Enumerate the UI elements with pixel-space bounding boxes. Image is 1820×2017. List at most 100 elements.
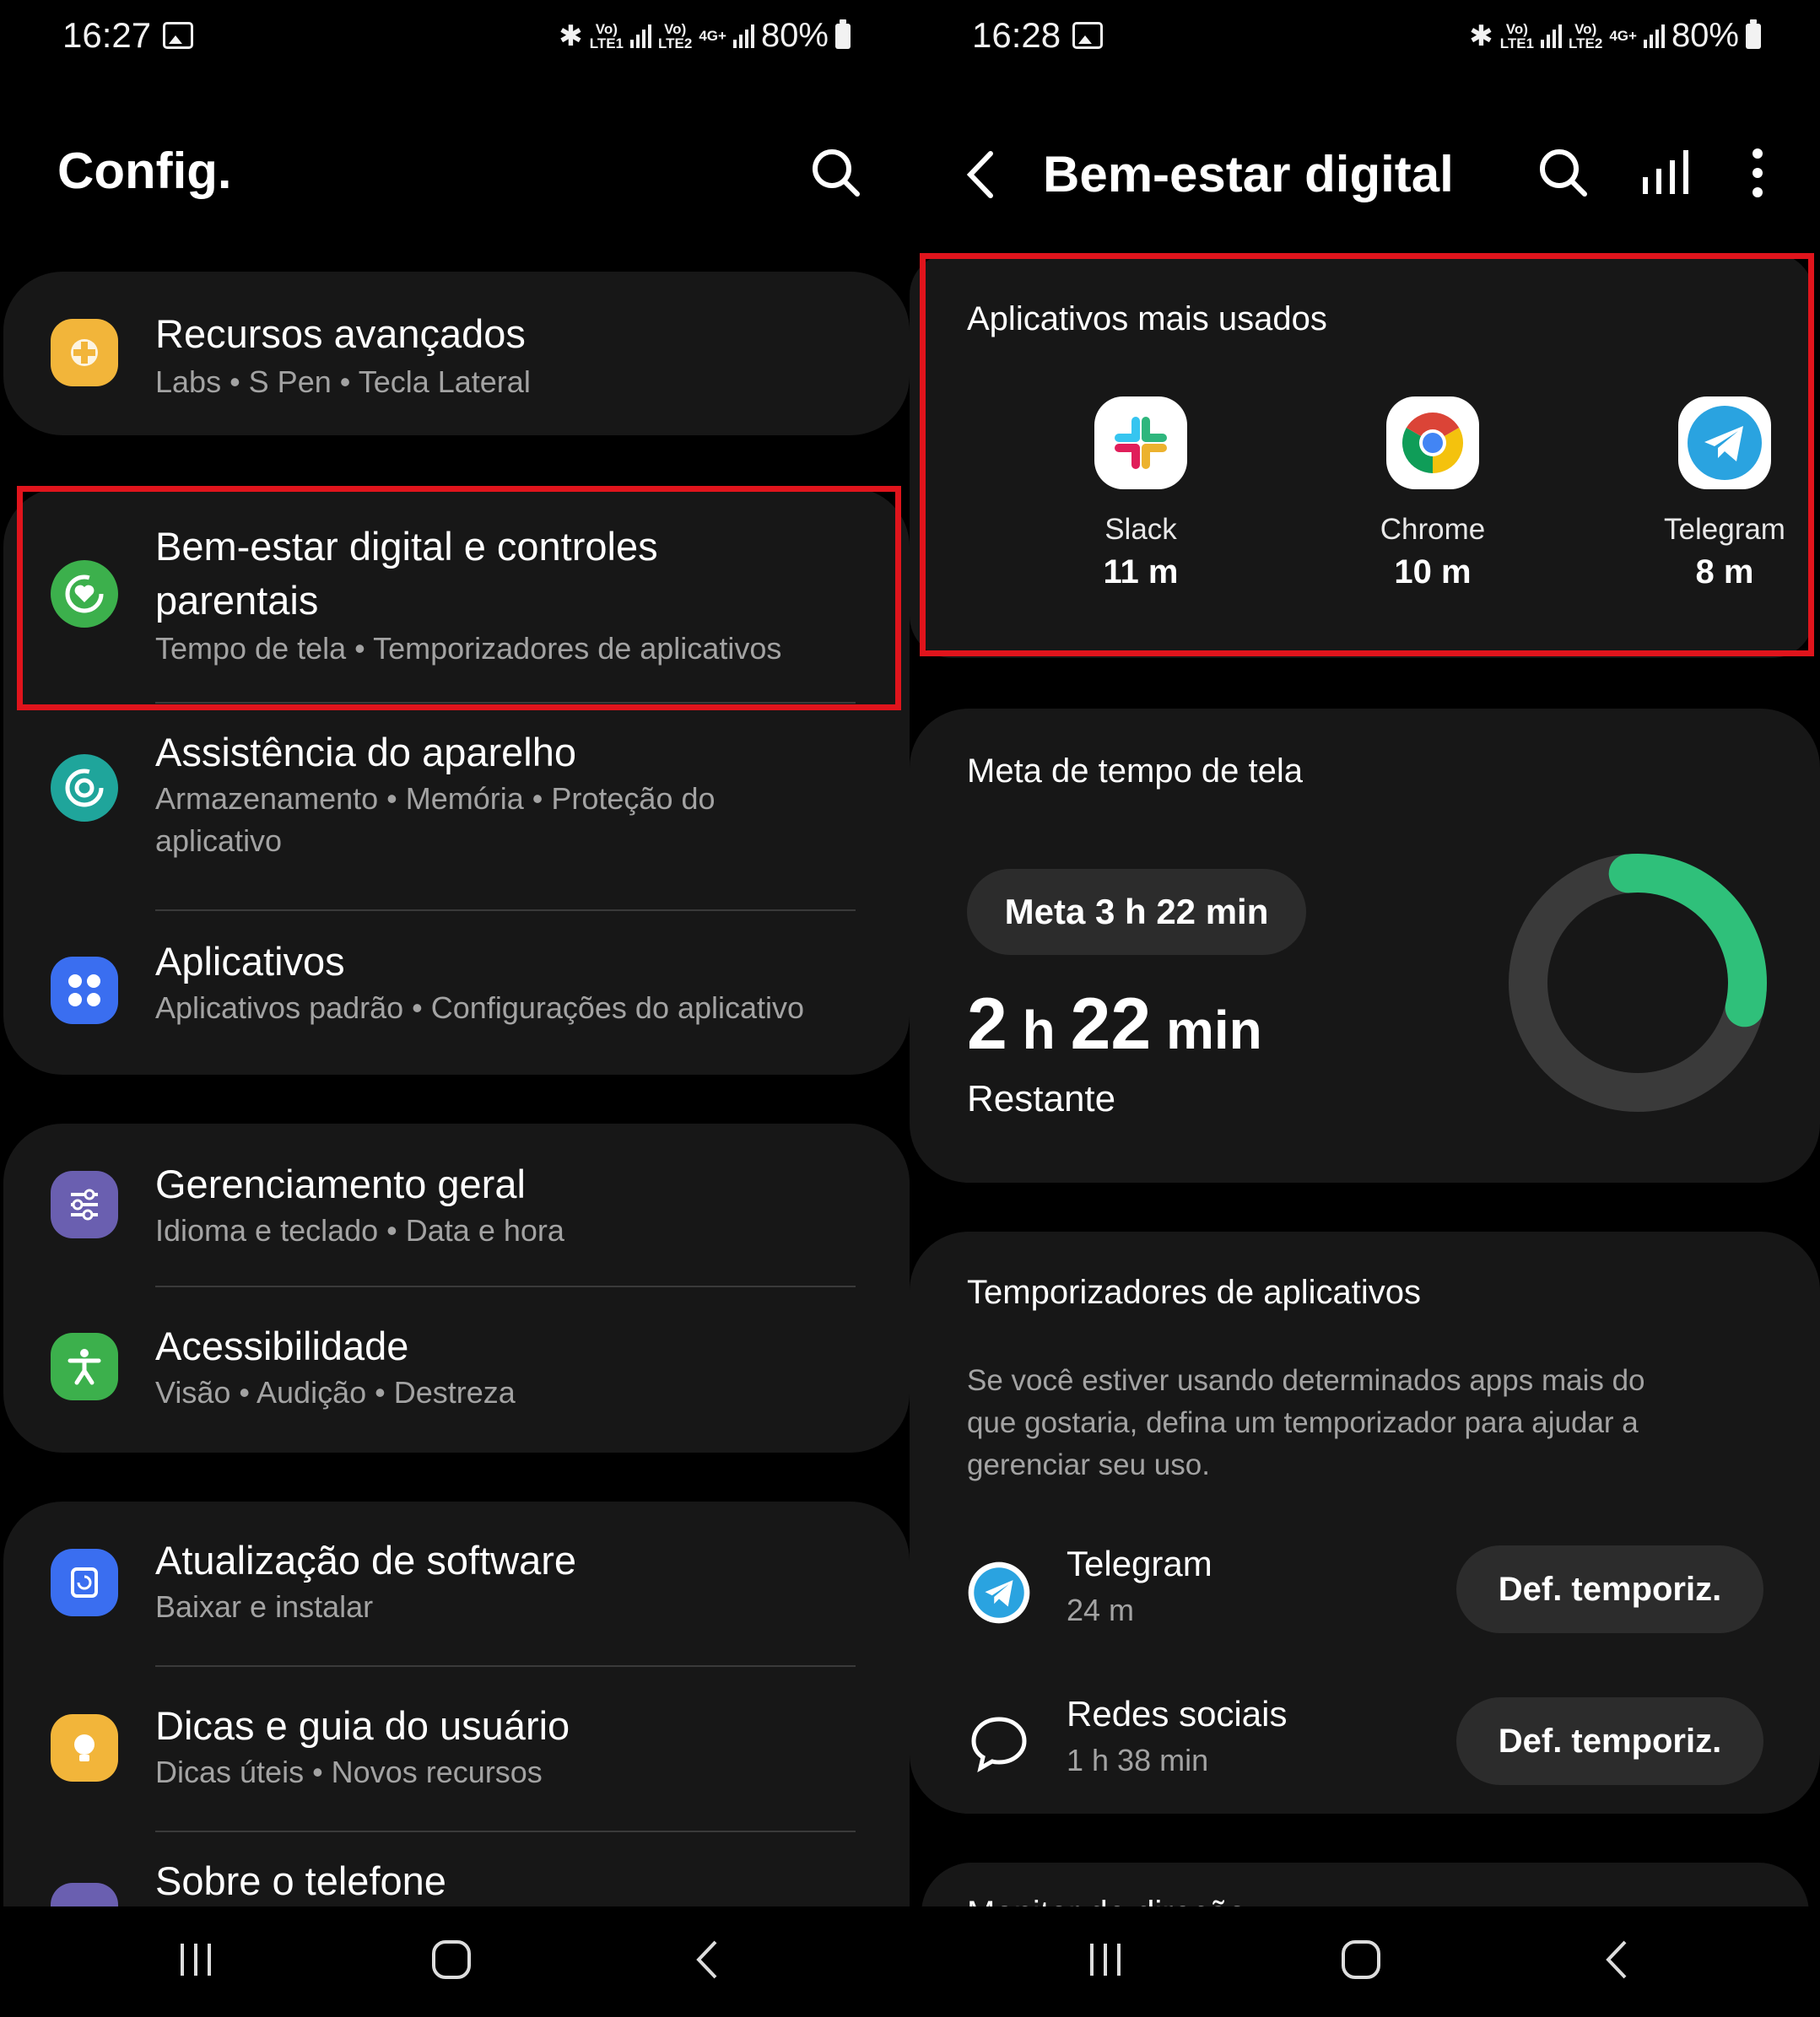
item-title: Aplicativos — [155, 939, 345, 984]
section-title: Meta de tempo de tela — [967, 752, 1304, 790]
settings-item-apps[interactable]: Aplicativos Aplicativos padrão • Configu… — [3, 913, 910, 1075]
item-title: Recursos avançados — [155, 311, 526, 356]
bar-chart-icon — [1643, 150, 1688, 194]
more-vertical-icon — [1752, 148, 1763, 197]
chat-bubble-icon — [971, 1717, 1027, 1773]
back-button[interactable] — [953, 145, 1013, 204]
settings-item-accessibility[interactable]: Acessibilidade Visão • Audição • Destrez… — [3, 1289, 910, 1453]
divider — [155, 1665, 856, 1667]
telegram-icon — [968, 1561, 1030, 1624]
status-bar: 16:27 ✱ Vo) LTE1 Vo) LTE2 4G+ 80% — [0, 10, 910, 61]
device-care-icon — [51, 754, 118, 822]
item-subtitle-line2: aplicativo — [155, 823, 283, 858]
settings-item-general-management[interactable]: Gerenciamento geral Idioma e teclado • D… — [3, 1124, 910, 1287]
settings-group-4: Atualização de software Baixar e instala… — [3, 1502, 910, 1950]
app-timers-card: Temporizadores de aplicativos Se você es… — [910, 1232, 1820, 1814]
search-icon — [1540, 149, 1587, 197]
signal2-icon — [732, 24, 754, 48]
signal1-icon — [1541, 24, 1563, 48]
page-title: Bem-estar digital — [1043, 146, 1454, 202]
remaining-time: 2 h 22 min — [967, 984, 1262, 1065]
settings-item-about-phone[interactable]: Sobre o telefone — [3, 1834, 910, 1950]
bluetooth-icon: ✱ — [1469, 19, 1493, 52]
item-subtitle: Visão • Audição • Destreza — [155, 1375, 516, 1410]
more-options-button[interactable] — [1728, 143, 1787, 202]
volte1-indicator: Vo) LTE1 — [589, 20, 624, 51]
battery-icon — [835, 19, 851, 49]
item-subtitle: Armazenamento • Memória • Proteção do — [155, 781, 716, 816]
settings-item-tips[interactable]: Dicas e guia do usuário Dicas úteis • No… — [3, 1669, 910, 1832]
bluetooth-icon: ✱ — [559, 19, 583, 52]
screen-time-goal-card[interactable]: Meta de tempo de tela Meta 3 h 22 min 2 … — [910, 709, 1820, 1183]
page-title: Config. — [57, 143, 232, 199]
item-subtitle: Aplicativos padrão • Configurações do ap… — [155, 990, 805, 1025]
timer-app-name: Telegram — [1067, 1544, 1212, 1583]
status-bar: 16:28 ✱ Vo) LTE1 Vo) LTE2 4G+ 80% — [910, 10, 1820, 61]
timer-app-name: Redes sociais — [1067, 1694, 1288, 1734]
settings-item-software-update[interactable]: Atualização de software Baixar e instala… — [3, 1502, 910, 1665]
item-title: Assistência do aparelho — [155, 730, 577, 774]
section-title: Temporizadores de aplicativos — [967, 1274, 1422, 1311]
gallery-notification-icon — [1072, 22, 1104, 49]
volte1-indicator: Vo) LTE1 — [1499, 20, 1535, 51]
navigation-bar — [910, 1906, 1820, 2017]
accessibility-icon — [51, 1333, 118, 1400]
sliders-icon — [51, 1171, 118, 1238]
settings-item-device-care[interactable]: Assistência do aparelho Armazenamento • … — [3, 705, 910, 913]
search-icon — [813, 149, 860, 197]
item-subtitle: Dicas úteis • Novos recursos — [155, 1755, 543, 1789]
item-title: Acessibilidade — [155, 1324, 409, 1368]
recents-icon[interactable] — [176, 1939, 218, 1981]
goal-progress-ring — [1509, 854, 1767, 1112]
timer-row-telegram: Telegram 24 m Def. temporiz. — [910, 1535, 1820, 1653]
battery-icon — [1746, 19, 1761, 49]
dashboard-button[interactable] — [1635, 143, 1694, 202]
item-title: Atualização de software — [155, 1538, 577, 1583]
apps-grid-icon — [51, 957, 118, 1024]
highlight-box — [920, 253, 1814, 656]
signal2-icon — [1643, 24, 1665, 48]
item-subtitle: Labs • S Pen • Tecla Lateral — [155, 364, 531, 399]
lightbulb-icon — [51, 1714, 118, 1782]
volte2-indicator: Vo) LTE2 — [1569, 20, 1603, 51]
divider — [155, 1831, 856, 1832]
timers-description: Se você estiver usando determinados apps… — [967, 1364, 1645, 1481]
timer-app-time: 1 h 38 min — [1067, 1743, 1209, 1777]
settings-item-advanced-features[interactable]: Recursos avançados Labs • S Pen • Tecla … — [3, 272, 910, 435]
home-icon[interactable] — [1340, 1939, 1382, 1981]
set-timer-button[interactable]: Def. temporiz. — [1456, 1697, 1763, 1785]
status-right: ✱ Vo) LTE1 Vo) LTE2 4G+ 80% — [559, 17, 851, 55]
battery-percent: 80% — [760, 17, 829, 54]
puzzle-gear-icon — [51, 319, 118, 386]
item-title: Sobre o telefone — [155, 1858, 446, 1903]
timer-row-social: Redes sociais 1 h 38 min Def. temporiz. — [910, 1687, 1820, 1805]
timer-app-time: 24 m — [1067, 1593, 1135, 1627]
software-update-icon — [51, 1549, 118, 1616]
navigation-bar — [0, 1906, 910, 2017]
recents-icon[interactable] — [1085, 1939, 1127, 1981]
network-type-indicator: 4G+ — [699, 28, 726, 44]
volte2-indicator: Vo) LTE2 — [658, 20, 693, 51]
signal1-icon — [630, 24, 652, 48]
divider — [155, 1286, 856, 1287]
home-icon[interactable] — [430, 1939, 473, 1981]
battery-percent: 80% — [1671, 17, 1739, 54]
search-button[interactable] — [1534, 143, 1593, 202]
digital-wellbeing-screen: 16:28 ✱ Vo) LTE1 Vo) LTE2 4G+ 80% Bem-es… — [910, 0, 1820, 2017]
status-right: ✱ Vo) LTE1 Vo) LTE2 4G+ 80% — [1469, 17, 1761, 55]
search-button[interactable] — [807, 143, 866, 202]
item-title: Dicas e guia do usuário — [155, 1703, 570, 1748]
highlight-box — [17, 486, 901, 710]
item-subtitle: Baixar e instalar — [155, 1589, 374, 1624]
item-subtitle: Idioma e teclado • Data e hora — [155, 1213, 564, 1248]
settings-group-3: Gerenciamento geral Idioma e teclado • D… — [3, 1124, 910, 1453]
settings-group-1: Recursos avançados Labs • S Pen • Tecla … — [3, 272, 910, 435]
status-time: 16:28 — [972, 15, 1104, 56]
status-time: 16:27 — [62, 15, 194, 56]
divider — [155, 909, 856, 911]
goal-pill[interactable]: Meta 3 h 22 min — [967, 869, 1306, 955]
back-icon[interactable] — [1596, 1939, 1639, 1981]
back-icon[interactable] — [687, 1939, 729, 1981]
settings-screen: 16:27 ✱ Vo) LTE1 Vo) LTE2 4G+ 80% Config… — [0, 0, 910, 2017]
set-timer-button[interactable]: Def. temporiz. — [1456, 1545, 1763, 1633]
